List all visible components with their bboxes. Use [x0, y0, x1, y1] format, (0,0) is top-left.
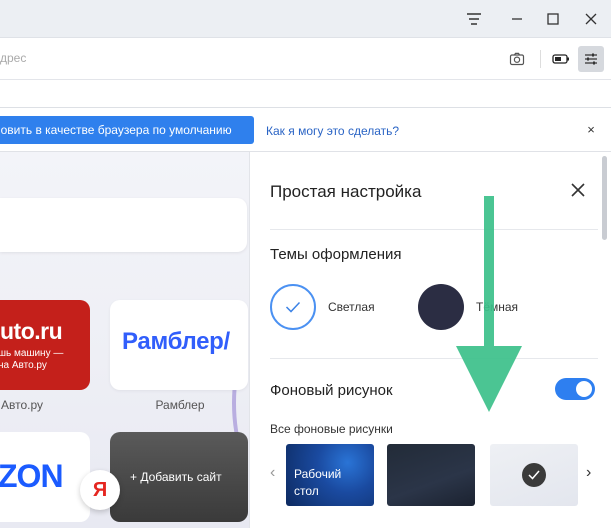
background-thumb-dark[interactable] [387, 444, 475, 506]
tile-auto-ru[interactable]: uto.ru шь машину — на Авто.ру [0, 300, 90, 390]
set-default-browser-label: новить в качестве браузера по умолчанию [0, 123, 232, 137]
toolbar-strip [0, 80, 611, 108]
checkmark-icon [528, 470, 540, 480]
add-site-tile[interactable]: + Добавить сайт [110, 432, 248, 522]
address-separator [540, 50, 541, 68]
help-link[interactable]: Как я могу это сделать? [266, 124, 399, 138]
new-tab-page: uto.ru шь машину — на Авто.ру Авто.ру Ра… [0, 152, 250, 528]
maximize-icon[interactable] [542, 8, 564, 30]
hamburger-menu-icon[interactable] [463, 8, 485, 30]
themes-title: Темы оформления [270, 246, 402, 263]
theme-light-option[interactable]: Светлая [270, 284, 375, 330]
default-bar-close-button[interactable]: × [584, 122, 598, 137]
background-thumb-desktop[interactable]: Рабочий стол [286, 444, 374, 506]
theme-dark-label: Тёмная [476, 300, 519, 314]
add-site-label: + Добавить сайт [130, 470, 222, 484]
close-icon[interactable] [568, 180, 588, 200]
thumb-label-line1: Рабочий [294, 467, 342, 481]
camera-icon[interactable] [506, 48, 528, 70]
minimize-icon[interactable] [506, 8, 528, 30]
theme-dark-swatch[interactable] [418, 284, 464, 330]
search-box[interactable] [0, 198, 247, 252]
tile-rambler-label: Рамблер [155, 398, 205, 412]
quick-settings-panel: Простая настройка Темы оформления Светла… [249, 152, 611, 528]
theme-light-swatch[interactable] [270, 284, 316, 330]
divider [270, 229, 598, 230]
selected-checkmark [522, 463, 546, 487]
tile-rambler-logo: Рамблер/ [122, 328, 230, 355]
default-browser-bar: новить в качестве браузера по умолчанию … [0, 108, 611, 152]
settings-sliders-icon[interactable] [578, 46, 604, 72]
tile-ozon-logo: ZON [0, 458, 64, 494]
background-thumb-desktop-label: Рабочий стол [294, 466, 341, 500]
next-arrow[interactable]: › [586, 464, 591, 482]
all-backgrounds-link[interactable]: Все фоновые рисунки [270, 422, 393, 436]
tile-auto-ru-logo: uto.ru [0, 318, 63, 344]
battery-icon[interactable] [550, 48, 572, 70]
thumb-label-line2: стол [294, 484, 319, 498]
theme-light-label: Светлая [328, 300, 375, 314]
checkmark-icon [285, 301, 301, 313]
prev-arrow[interactable]: ‹ [270, 464, 275, 482]
close-icon[interactable] [580, 8, 602, 30]
background-toggle[interactable] [555, 378, 595, 400]
background-title: Фоновый рисунок [270, 382, 393, 399]
address-bar [0, 38, 611, 80]
tile-auto-ru-tagline: шь машину — на Авто.ру [0, 348, 63, 372]
background-thumb-light[interactable] [490, 444, 578, 506]
yandex-logo[interactable]: Я [80, 470, 120, 510]
tile-rambler[interactable]: Рамблер/ [110, 300, 248, 390]
theme-dark-option[interactable]: Тёмная [418, 284, 518, 330]
panel-title: Простая настройка [270, 182, 422, 201]
tile-auto-ru-tagline-line2: на Авто.ру [0, 360, 47, 371]
tile-auto-ru-tagline-line1: шь машину — [0, 348, 64, 359]
title-bar [0, 0, 611, 38]
panel-scrollbar[interactable] [602, 156, 607, 240]
set-default-browser-button[interactable]: новить в качестве браузера по умолчанию [0, 116, 254, 144]
tile-auto-ru-label: Авто.ру [0, 398, 44, 412]
tile-ozon[interactable]: ZON [0, 432, 90, 522]
address-input[interactable] [0, 46, 300, 70]
divider [270, 358, 598, 359]
